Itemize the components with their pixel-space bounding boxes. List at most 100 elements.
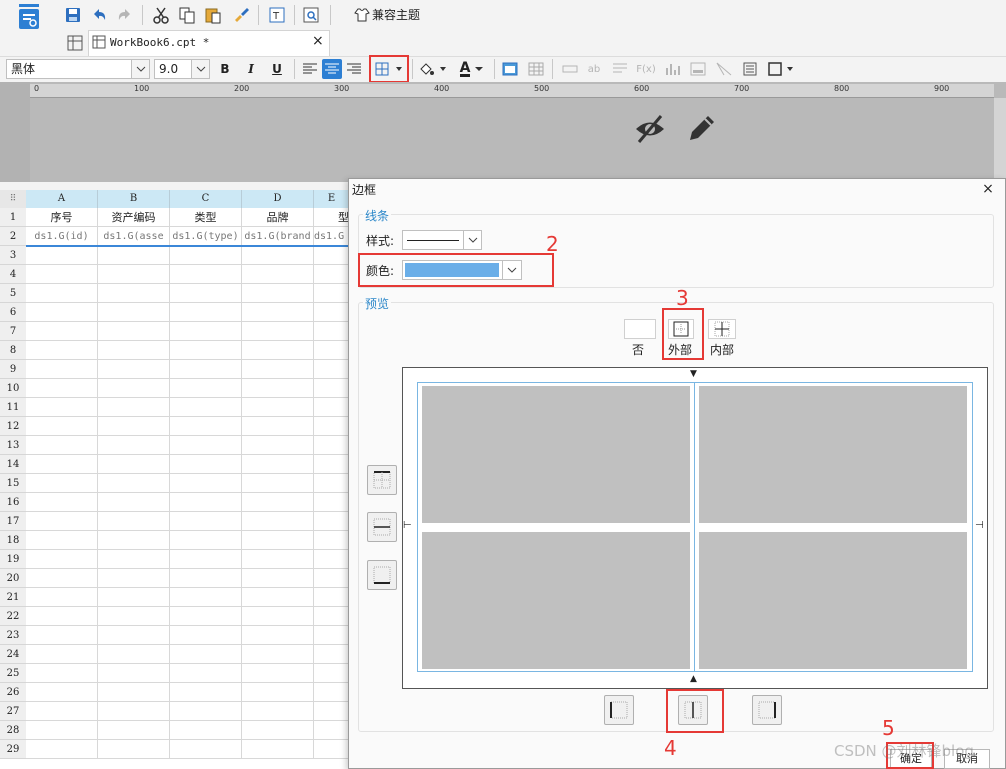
table-cell[interactable] xyxy=(98,341,170,360)
column-header[interactable]: D xyxy=(242,190,314,208)
table-cell[interactable] xyxy=(242,360,314,379)
table-cell[interactable]: 品牌 xyxy=(242,208,314,227)
row-header[interactable]: 26 xyxy=(0,683,26,702)
text-icon[interactable]: T xyxy=(266,4,288,26)
table-cell[interactable] xyxy=(170,246,242,265)
table-cell[interactable] xyxy=(26,721,98,740)
column-header[interactable]: B xyxy=(98,190,170,208)
table-cell[interactable] xyxy=(26,569,98,588)
table-cell[interactable] xyxy=(242,493,314,512)
table-cell[interactable] xyxy=(98,607,170,626)
table-cell[interactable] xyxy=(242,379,314,398)
row-header[interactable]: 20 xyxy=(0,569,26,588)
frame-dropdown-button[interactable] xyxy=(766,59,798,79)
table-cell[interactable] xyxy=(314,341,350,360)
table-cell[interactable] xyxy=(314,246,350,265)
table-cell[interactable] xyxy=(98,303,170,322)
italic-button[interactable]: I xyxy=(241,59,261,79)
table-cell[interactable] xyxy=(26,417,98,436)
table-cell[interactable] xyxy=(170,512,242,531)
column-header[interactable]: E xyxy=(314,190,350,208)
border-left-button[interactable] xyxy=(604,695,634,725)
row-header[interactable]: 23 xyxy=(0,626,26,645)
table-cell[interactable] xyxy=(314,417,350,436)
row-header[interactable]: 29 xyxy=(0,740,26,759)
table-cell[interactable] xyxy=(26,512,98,531)
table-cell[interactable] xyxy=(242,417,314,436)
table-cell[interactable] xyxy=(242,607,314,626)
row-header[interactable]: 2 xyxy=(0,227,26,246)
table-cell[interactable] xyxy=(26,284,98,303)
row-header[interactable]: 5 xyxy=(0,284,26,303)
table-cell[interactable] xyxy=(314,664,350,683)
insert-image-icon[interactable] xyxy=(500,59,520,79)
row-header[interactable]: 18 xyxy=(0,531,26,550)
table-cell[interactable] xyxy=(26,398,98,417)
row-header[interactable]: 21 xyxy=(0,588,26,607)
table-cell[interactable] xyxy=(242,436,314,455)
row-header[interactable]: 9 xyxy=(0,360,26,379)
table-cell[interactable] xyxy=(314,702,350,721)
table-cell[interactable] xyxy=(98,265,170,284)
underline-button[interactable]: U xyxy=(267,59,287,79)
table-cell[interactable] xyxy=(170,265,242,284)
table-cell[interactable] xyxy=(242,303,314,322)
table-cell[interactable] xyxy=(170,569,242,588)
table-cell[interactable] xyxy=(242,341,314,360)
row-header[interactable]: 15 xyxy=(0,474,26,493)
table-cell[interactable] xyxy=(242,550,314,569)
font-family-select[interactable]: 黑体 xyxy=(6,59,150,79)
table-cell[interactable] xyxy=(314,284,350,303)
table-cell[interactable] xyxy=(242,322,314,341)
table-cell[interactable] xyxy=(98,664,170,683)
cut-icon[interactable] xyxy=(150,4,172,26)
row-header[interactable]: 6 xyxy=(0,303,26,322)
sub-report-icon[interactable] xyxy=(688,59,708,79)
row-header[interactable]: 7 xyxy=(0,322,26,341)
edit-pencil-icon[interactable] xyxy=(686,112,718,147)
table-cell[interactable] xyxy=(98,493,170,512)
row-header[interactable]: 28 xyxy=(0,721,26,740)
table-cell[interactable] xyxy=(170,721,242,740)
table-cell[interactable]: ds1.G xyxy=(314,227,350,246)
table-cell[interactable]: 序号 xyxy=(26,208,98,227)
row-header[interactable]: 22 xyxy=(0,607,26,626)
table-cell[interactable] xyxy=(26,645,98,664)
indent-icon[interactable] xyxy=(610,59,630,79)
preset-inner-button[interactable] xyxy=(708,319,736,339)
redo-icon[interactable] xyxy=(114,4,136,26)
table-cell[interactable] xyxy=(26,265,98,284)
row-header[interactable]: 19 xyxy=(0,550,26,569)
row-header[interactable]: 16 xyxy=(0,493,26,512)
table-cell[interactable] xyxy=(170,740,242,759)
preset-none-button[interactable] xyxy=(624,319,656,339)
table-cell[interactable] xyxy=(26,341,98,360)
theme-button[interactable]: 兼容主题 xyxy=(354,6,420,23)
border-right-button[interactable] xyxy=(752,695,782,725)
hide-icon[interactable] xyxy=(633,112,667,149)
table-cell[interactable] xyxy=(314,322,350,341)
table-cell[interactable] xyxy=(98,550,170,569)
table-cell[interactable] xyxy=(98,721,170,740)
table-cell[interactable] xyxy=(26,379,98,398)
grid-icon[interactable] xyxy=(526,59,546,79)
table-cell[interactable] xyxy=(98,246,170,265)
table-cell[interactable] xyxy=(314,569,350,588)
table-cell[interactable]: ds1.G(id) xyxy=(26,227,98,246)
table-cell[interactable] xyxy=(26,246,98,265)
table-cell[interactable] xyxy=(26,626,98,645)
table-cell[interactable] xyxy=(314,721,350,740)
table-cell[interactable] xyxy=(170,303,242,322)
align-left-button[interactable] xyxy=(300,59,320,79)
grid-view-icon[interactable] xyxy=(64,32,86,54)
undo-icon[interactable] xyxy=(88,4,110,26)
table-cell[interactable] xyxy=(314,360,350,379)
table-cell[interactable] xyxy=(170,284,242,303)
row-header[interactable]: 14 xyxy=(0,455,26,474)
table-cell[interactable] xyxy=(242,455,314,474)
table-cell[interactable] xyxy=(242,398,314,417)
table-cell[interactable] xyxy=(98,740,170,759)
table-cell[interactable] xyxy=(170,607,242,626)
dialog-close-icon[interactable]: × xyxy=(980,181,996,197)
table-cell[interactable] xyxy=(98,588,170,607)
